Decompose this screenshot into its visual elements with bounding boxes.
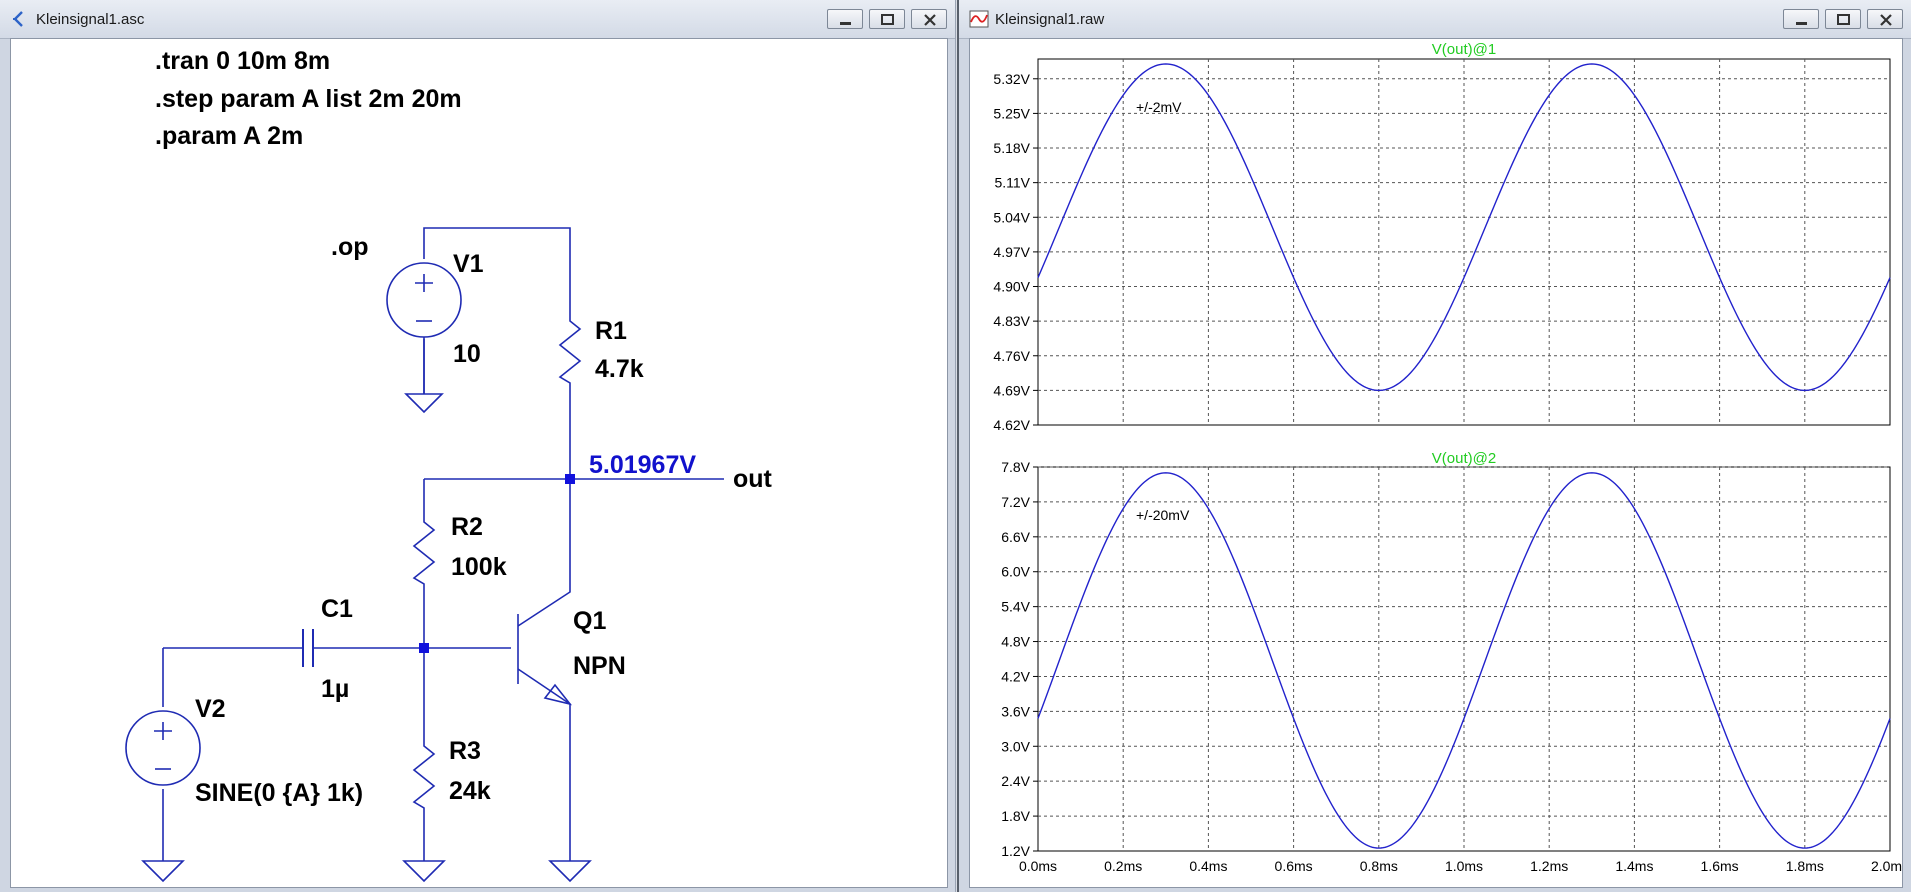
q1-npn-transistor[interactable] [517, 614, 573, 706]
x-tick-label: 2.0ms [1871, 858, 1902, 874]
y-tick-label: 1.8V [1001, 808, 1030, 824]
v1-value: 10 [453, 340, 481, 368]
waveform-titlebar[interactable]: Kleinsignal1.raw [959, 0, 1911, 39]
ltspice-schematic-icon [13, 11, 23, 27]
x-tick-label: 0.0ms [1019, 858, 1057, 874]
y-tick-label: 4.76V [993, 348, 1030, 364]
x-tick-label: 0.6ms [1275, 858, 1313, 874]
r1-name: R1 [595, 317, 627, 345]
y-tick-label: 4.8V [1001, 634, 1030, 650]
waveform-plots[interactable]: V(out)@1 4.62V 4.69V 4.76V 4.83V 4.90V 4.97V 5.… [970, 39, 1909, 887]
directive-step[interactable]: .step param A list 2m 20m [155, 85, 462, 113]
maximize-icon [1837, 14, 1850, 25]
schematic-window-title: Kleinsignal1.asc [36, 11, 145, 28]
c1-value: 1µ [321, 675, 349, 703]
y-tick-label: 4.83V [993, 313, 1030, 329]
node-voltage-label[interactable]: 5.01967V [589, 451, 696, 479]
q1-value: NPN [573, 652, 626, 680]
waveform-canvas[interactable]: V(out)@1 4.62V 4.69V 4.76V 4.83V 4.90V 4.97V 5.… [969, 38, 1909, 888]
y-tick-label: 6.6V [1001, 529, 1030, 545]
x-tick-label: 1.4ms [1615, 858, 1653, 874]
schematic-window: Kleinsignal1.asc .tran 0 10m 8m .step pa… [0, 0, 956, 892]
minimize-icon [840, 22, 851, 25]
plot-annotation[interactable]: +/-20mV [1136, 507, 1190, 523]
maximize-button[interactable] [869, 9, 905, 29]
minimize-icon [1796, 22, 1807, 25]
y-tick-label: 5.18V [993, 140, 1030, 156]
waveform-viewer-icon [969, 10, 989, 28]
x-tick-label: 1.6ms [1701, 858, 1739, 874]
y-tick-label: 3.0V [1001, 738, 1030, 754]
y-tick-label: 2.4V [1001, 773, 1030, 789]
y-tick-label: 5.25V [993, 105, 1030, 121]
junction-out [565, 474, 575, 484]
v2-name: V2 [195, 695, 226, 723]
y-tick-label: 4.69V [993, 382, 1030, 398]
r1-resistor[interactable] [558, 309, 582, 387]
close-icon [924, 14, 936, 26]
x-tick-label: 1.2ms [1530, 858, 1568, 874]
x-tick-label: 0.4ms [1189, 858, 1227, 874]
v1-name: V1 [453, 250, 484, 278]
r1-value: 4.7k [595, 355, 644, 383]
waveform-window: Kleinsignal1.raw V(out)@1 4.62V 4.69V 4.76V… [957, 0, 1911, 892]
maximize-icon [881, 14, 894, 25]
schematic-titlebar[interactable]: Kleinsignal1.asc [0, 0, 955, 39]
directive-param[interactable]: .param A 2m [155, 122, 303, 150]
minimize-button[interactable] [1783, 9, 1819, 29]
y-tick-label: 4.2V [1001, 668, 1030, 684]
junction-base [419, 643, 429, 653]
ground-icon [141, 860, 185, 883]
wires [162, 227, 724, 861]
close-button[interactable] [911, 9, 947, 29]
x-tick-label: 0.2ms [1104, 858, 1142, 874]
y-tick-label: 7.2V [1001, 494, 1030, 510]
schematic-drawing[interactable]: .tran 0 10m 8m .step param A list 2m 20m… [11, 39, 947, 887]
y-tick-label: 1.2V [1001, 843, 1030, 859]
r2-name: R2 [451, 513, 483, 541]
y-tick-label: 4.90V [993, 279, 1030, 295]
x-tick-label: 1.0ms [1445, 858, 1483, 874]
y-tick-label: 5.4V [1001, 599, 1030, 615]
v1-ground-icon [404, 393, 444, 414]
close-icon [1880, 14, 1892, 26]
r3-value: 24k [449, 777, 491, 805]
c1-capacitor[interactable] [302, 629, 314, 667]
y-tick-label: 3.6V [1001, 703, 1030, 719]
r3-name: R3 [449, 737, 481, 765]
y-tick-label: 5.04V [993, 209, 1030, 225]
y-tick-label: 5.11V [994, 175, 1030, 191]
y-tick-label: 6.0V [1001, 564, 1030, 580]
directive-op[interactable]: .op [331, 233, 369, 261]
ground-icon [402, 860, 446, 883]
r3-resistor[interactable] [412, 734, 436, 812]
r2-resistor[interactable] [412, 510, 436, 588]
r2-value: 100k [451, 553, 507, 581]
x-tick-label: 0.8ms [1360, 858, 1398, 874]
y-tick-label: 4.97V [993, 244, 1030, 260]
x-tick-label: 1.8ms [1786, 858, 1824, 874]
ground-icon [548, 860, 592, 883]
net-label-out[interactable]: out [733, 465, 773, 493]
plot-annotation[interactable]: +/-2mV [1136, 99, 1182, 115]
y-tick-label: 4.62V [993, 417, 1030, 433]
minimize-button[interactable] [827, 9, 863, 29]
waveform-window-title: Kleinsignal1.raw [995, 11, 1105, 28]
v2-voltage-source[interactable] [125, 710, 201, 786]
y-tick-label: 5.32V [993, 71, 1030, 87]
maximize-button[interactable] [1825, 9, 1861, 29]
v2-value: SINE(0 {A} 1k) [195, 779, 363, 807]
plot-title[interactable]: V(out)@1 [1432, 41, 1496, 58]
schematic-canvas[interactable]: .tran 0 10m 8m .step param A list 2m 20m… [10, 38, 948, 888]
c1-name: C1 [321, 595, 353, 623]
plot-title[interactable]: V(out)@2 [1432, 450, 1496, 467]
directive-tran[interactable]: .tran 0 10m 8m [155, 47, 330, 75]
q1-name: Q1 [573, 607, 606, 635]
y-tick-label: 7.8V [1001, 459, 1030, 475]
close-button[interactable] [1867, 9, 1903, 29]
